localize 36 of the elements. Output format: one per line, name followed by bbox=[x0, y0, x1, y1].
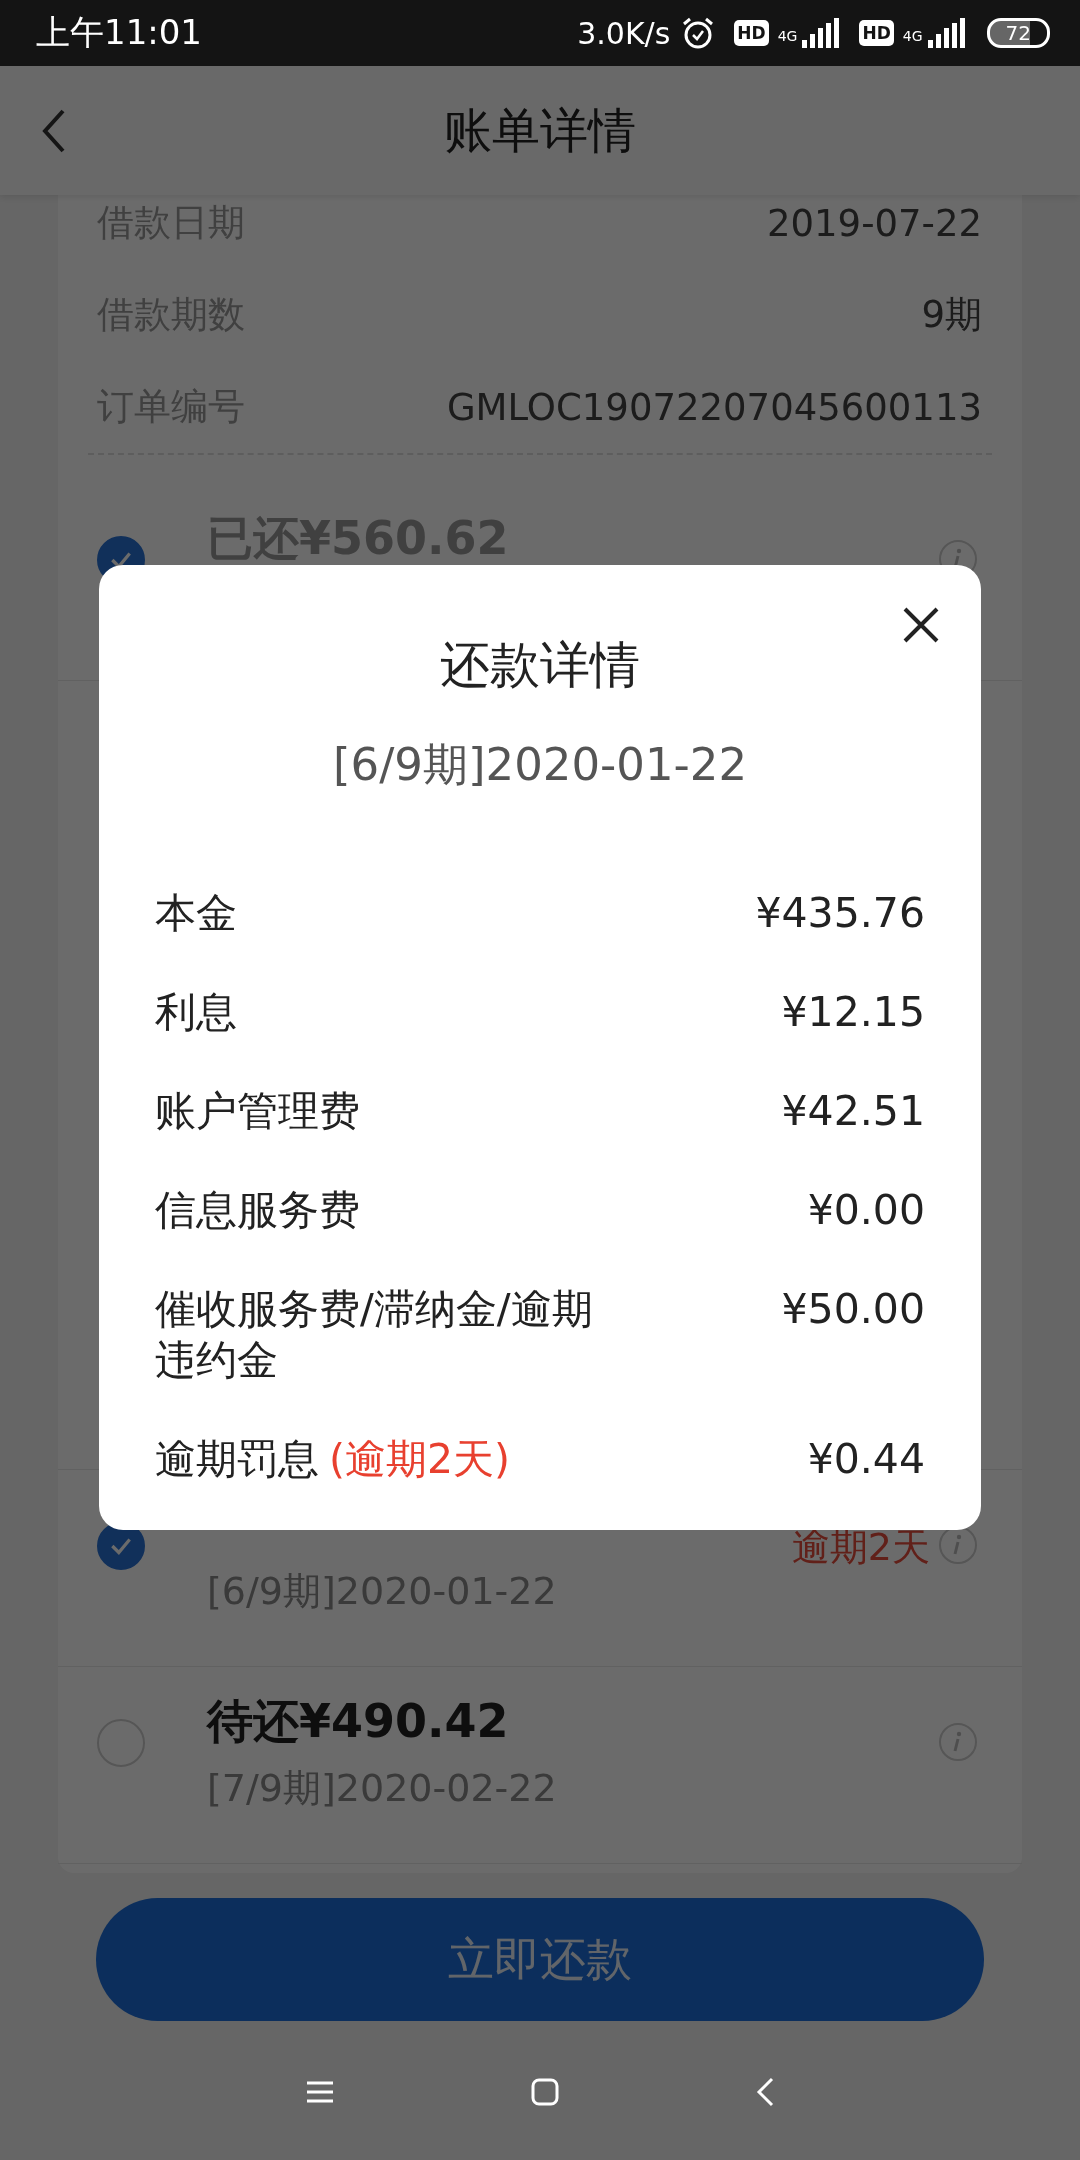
info-value: 2019-07-22 bbox=[766, 201, 982, 245]
fee-label: 账户管理费 bbox=[155, 1087, 360, 1135]
hd-badge: HD bbox=[859, 20, 894, 46]
battery-indicator: 72 bbox=[986, 18, 1050, 48]
pay-now-button[interactable]: 立即还款 bbox=[96, 1898, 984, 2021]
fee-label: 逾期罚息 bbox=[155, 1435, 319, 1483]
fee-amount: ¥50.00 bbox=[781, 1284, 925, 1335]
menu-icon[interactable] bbox=[305, 2080, 335, 2104]
fee-label: 利息 bbox=[155, 988, 237, 1036]
close-icon[interactable] bbox=[901, 605, 941, 645]
fee-amount: ¥435.76 bbox=[755, 888, 925, 939]
fee-label: 信息服务费 bbox=[155, 1186, 360, 1234]
dialog-title: 还款详情 bbox=[439, 635, 641, 695]
page-title: 账单详情 bbox=[444, 100, 636, 160]
home-icon[interactable] bbox=[530, 2077, 560, 2107]
network-type: 4G bbox=[777, 27, 798, 44]
installment-amount: 待还¥490.42 bbox=[207, 1693, 510, 1750]
signal-icon bbox=[800, 18, 841, 48]
status-time: 上午11:01 bbox=[36, 11, 202, 54]
fee-amount: ¥42.51 bbox=[781, 1086, 925, 1137]
fee-amount: ¥12.15 bbox=[781, 987, 925, 1038]
network-speed: 3.0K/s bbox=[577, 15, 671, 51]
dialog-subtitle: [6/9期]2020-01-22 bbox=[331, 737, 749, 793]
back-icon[interactable] bbox=[42, 109, 66, 153]
fee-amount: ¥0.00 bbox=[807, 1185, 925, 1236]
signal-icon bbox=[925, 18, 966, 48]
overdue-note: (逾期2天) bbox=[329, 1435, 511, 1483]
fee-amount: ¥0.44 bbox=[807, 1434, 925, 1485]
info-value: 9期 bbox=[921, 292, 982, 338]
overdue-label: 逾期2天 bbox=[791, 1524, 930, 1571]
fee-label: 本金 bbox=[155, 889, 237, 937]
alarm-icon bbox=[681, 16, 716, 50]
info-value: GMLOC19072207045600113 bbox=[446, 385, 982, 429]
network-type: 4G bbox=[902, 27, 923, 44]
fee-label: 催收服务费/滞纳金/逾期违约金 bbox=[155, 1285, 593, 1384]
hd-badge: HD bbox=[734, 20, 769, 46]
